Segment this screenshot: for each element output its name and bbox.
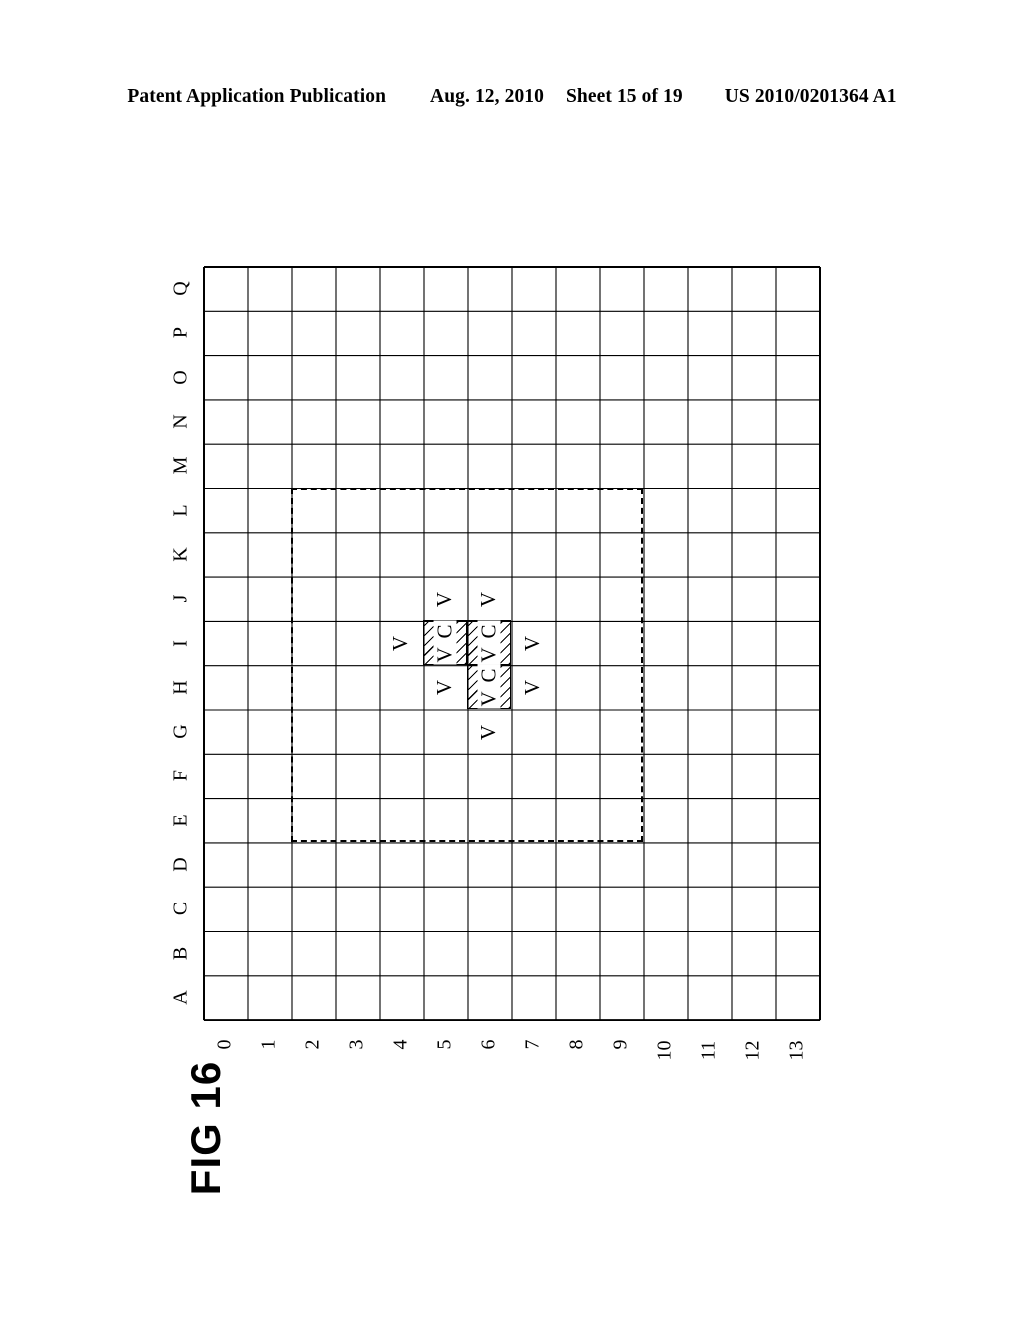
axis-number-4: 4 bbox=[389, 1039, 412, 1050]
cell-marker-text: V bbox=[520, 678, 545, 696]
axis-letter-i: I bbox=[169, 639, 192, 647]
axis-letter-d: D bbox=[169, 857, 192, 872]
axis-letter-b: B bbox=[169, 946, 192, 960]
axis-number-12: 12 bbox=[741, 1040, 764, 1061]
axis-letter-p: P bbox=[169, 327, 192, 339]
axis-letter-q: Q bbox=[169, 281, 192, 296]
axis-letter-n: N bbox=[169, 414, 192, 429]
cell-marker-text: V bbox=[432, 678, 457, 696]
axis-number-5: 5 bbox=[433, 1039, 456, 1050]
cell-marker-i5: V C bbox=[423, 620, 467, 665]
axis-number-6: 6 bbox=[477, 1039, 500, 1050]
cell-marker-h7: V bbox=[511, 665, 555, 709]
cell-marker-g6: V bbox=[467, 709, 511, 753]
sheet-number: Sheet 15 of 19 bbox=[565, 86, 683, 107]
axis-number-0: 0 bbox=[213, 1039, 236, 1050]
axis-number-11: 11 bbox=[697, 1040, 720, 1061]
cell-marker-text: V bbox=[432, 589, 457, 607]
axis-letter-a: A bbox=[169, 990, 192, 1005]
figure-grid-area: ABCDEFGHIJKLMNOPQ 0 1 2 3 4 5 6 7 8 9 10 11 12 13 VVV… bbox=[170, 266, 821, 1061]
axis-number-13: 13 bbox=[785, 1040, 808, 1061]
axis-number-1: 1 bbox=[257, 1039, 280, 1050]
axis-letter-m: M bbox=[169, 456, 192, 475]
axis-letter-k: K bbox=[169, 547, 192, 562]
axis-number-7: 7 bbox=[521, 1039, 544, 1050]
cell-marker-h5: V bbox=[423, 665, 467, 709]
cell-marker-text: V C bbox=[476, 620, 501, 665]
cell-marker-text: V bbox=[520, 633, 545, 652]
axis-number-2: 2 bbox=[301, 1039, 324, 1050]
axis-number-8: 8 bbox=[565, 1039, 588, 1050]
publication-date: Aug. 12, 2010 bbox=[430, 86, 545, 107]
patent-number: US 2010/0201364 A1 bbox=[724, 86, 897, 107]
axis-letter-j: J bbox=[169, 594, 192, 603]
axis-letter-h: H bbox=[169, 680, 192, 695]
axis-letter-c: C bbox=[169, 902, 192, 916]
cell-marker-i6: V C bbox=[467, 620, 511, 665]
cell-marker-i4: V bbox=[379, 620, 423, 664]
axis-number-10: 10 bbox=[653, 1040, 676, 1061]
axis-letter-g: G bbox=[169, 724, 192, 739]
cell-marker-text: V bbox=[388, 633, 413, 652]
cell-marker-i7: V bbox=[511, 620, 555, 664]
cell-marker-text: V bbox=[476, 589, 501, 607]
cell-marker-j6: V bbox=[467, 576, 511, 620]
cell-marker-h6: V C bbox=[467, 664, 511, 709]
axis-number-3: 3 bbox=[345, 1039, 368, 1050]
publication-label: Patent Application Publication bbox=[127, 86, 387, 107]
axis-letter-e: E bbox=[169, 814, 192, 827]
cell-marker-text: V C bbox=[476, 664, 501, 709]
axis-letter-f: F bbox=[169, 770, 192, 782]
figure-label: FIG 16 bbox=[148, 1061, 268, 1195]
axis-letter-l: L bbox=[169, 504, 192, 517]
cell-marker-j5: V bbox=[423, 576, 467, 620]
axis-number-9: 9 bbox=[609, 1039, 632, 1050]
axis-letter-o: O bbox=[169, 370, 192, 385]
cell-marker-text: V C bbox=[432, 620, 457, 665]
patent-header: Patent Application Publication Aug. 12, … bbox=[0, 86, 1024, 108]
figure-label-text: FIG 16 bbox=[182, 1060, 229, 1196]
cell-marker-text: V bbox=[476, 722, 501, 740]
